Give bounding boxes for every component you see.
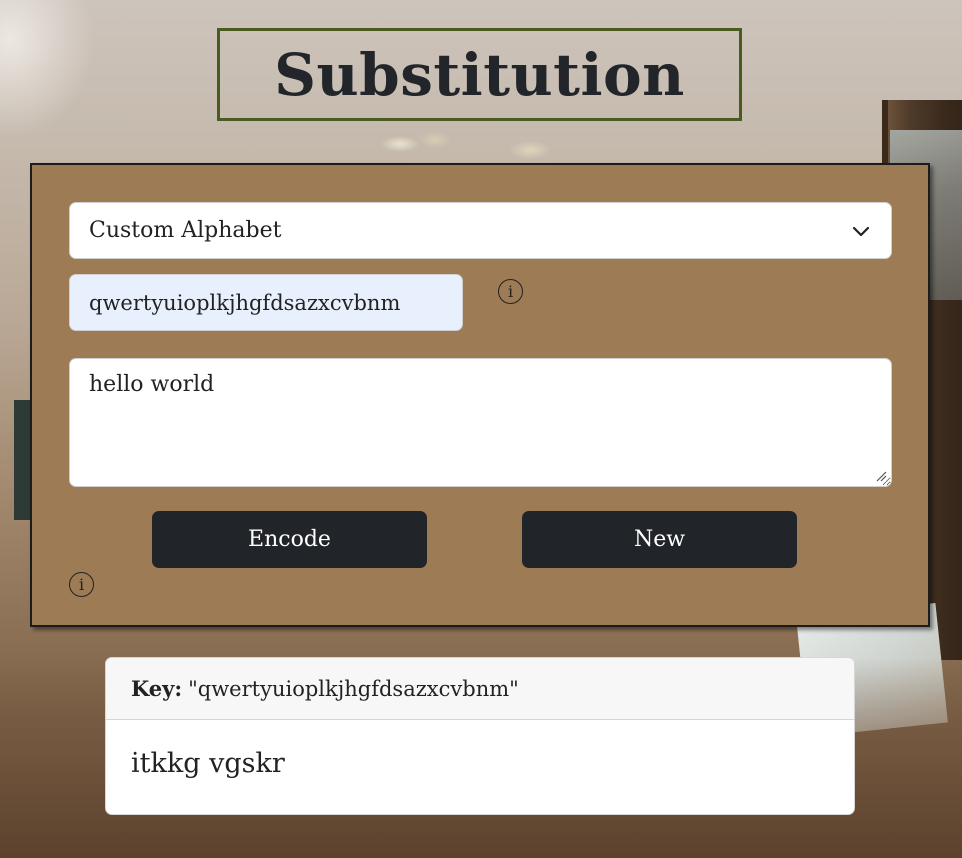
encode-button[interactable]: Encode: [152, 511, 427, 568]
key-label: Key:: [131, 676, 183, 701]
title-box: Substitution: [217, 28, 742, 121]
alphabet-type-selected: Custom Alphabet: [89, 218, 282, 243]
key-value: "qwertyuioplkjhgfdsazxcvbnm": [188, 676, 519, 701]
result-card: Key: "qwertyuioplkjhgfdsazxcvbnm" itkkg …: [105, 657, 855, 815]
result-key-header: Key: "qwertyuioplkjhgfdsazxcvbnm": [106, 658, 854, 720]
alphabet-type-select[interactable]: Custom Alphabet: [69, 202, 892, 259]
cipher-form-card: Custom Alphabet i hello world Encode New…: [30, 163, 930, 627]
message-textarea[interactable]: hello world: [69, 358, 892, 487]
background-flowers: [380, 120, 580, 168]
new-button[interactable]: New: [522, 511, 797, 568]
info-icon[interactable]: i: [498, 279, 523, 304]
chevron-down-icon: [852, 226, 870, 237]
encoded-output: itkkg vgskr: [131, 748, 285, 779]
custom-alphabet-input[interactable]: [69, 274, 463, 331]
resize-grip-icon[interactable]: [875, 470, 887, 482]
info-icon[interactable]: i: [69, 572, 94, 597]
page-title: Substitution: [274, 40, 685, 109]
